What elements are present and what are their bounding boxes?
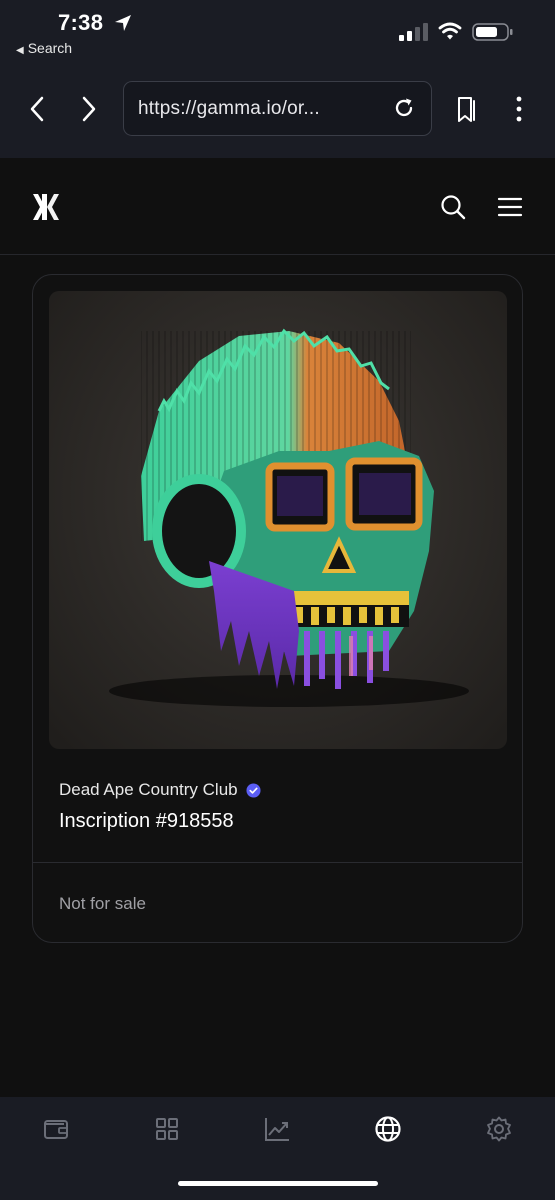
hamburger-menu-icon[interactable] (497, 195, 523, 219)
wifi-icon (438, 22, 462, 40)
collection-name-label: Dead Ape Country Club (59, 780, 238, 799)
collection-name[interactable]: Dead Ape Country Club (59, 780, 261, 800)
back-app-label: Search (27, 40, 73, 56)
address-bar[interactable]: https://gamma.io/or... (123, 81, 432, 136)
chart-icon[interactable] (263, 1115, 291, 1143)
battery-icon (472, 23, 513, 41)
search-icon[interactable] (440, 194, 466, 220)
pixel-skull-artwork (109, 328, 469, 707)
more-options-icon[interactable] (507, 94, 531, 124)
verified-badge-icon (246, 782, 261, 798)
chevron-right-icon (82, 96, 96, 122)
chevron-left-icon (30, 96, 44, 122)
inscription-title: Inscription #918558 (59, 810, 234, 832)
cellular-signal-icon (399, 23, 428, 41)
inscription-image[interactable] (49, 291, 507, 749)
gamma-logo-icon[interactable] (31, 192, 61, 222)
site-header (0, 158, 555, 255)
location-arrow-icon (115, 15, 131, 31)
address-bar-url: https://gamma.io/or... (138, 98, 320, 119)
globe-icon[interactable] (374, 1115, 402, 1143)
card-divider (33, 862, 522, 863)
reload-icon[interactable] (392, 96, 416, 120)
back-to-app-link[interactable]: ◀ Search (16, 40, 72, 56)
wallet-icon[interactable] (42, 1115, 70, 1143)
browser-toolbar: https://gamma.io/or... (0, 66, 555, 158)
settings-icon[interactable] (485, 1115, 513, 1143)
bookmarks-icon[interactable] (455, 96, 479, 124)
browser-forward-button[interactable] (74, 92, 104, 126)
home-indicator[interactable] (178, 1181, 378, 1186)
status-time: 7:38 (58, 10, 104, 35)
back-triangle-icon: ◀ (16, 45, 24, 56)
grid-icon[interactable] (153, 1115, 181, 1143)
bottom-tab-bar (0, 1097, 555, 1200)
sale-status: Not for sale (59, 894, 146, 913)
status-bar: 7:38 ◀ Search (0, 0, 555, 66)
browser-back-button[interactable] (22, 92, 52, 126)
inscription-card[interactable]: Dead Ape Country Club Inscription #91855… (32, 274, 523, 943)
